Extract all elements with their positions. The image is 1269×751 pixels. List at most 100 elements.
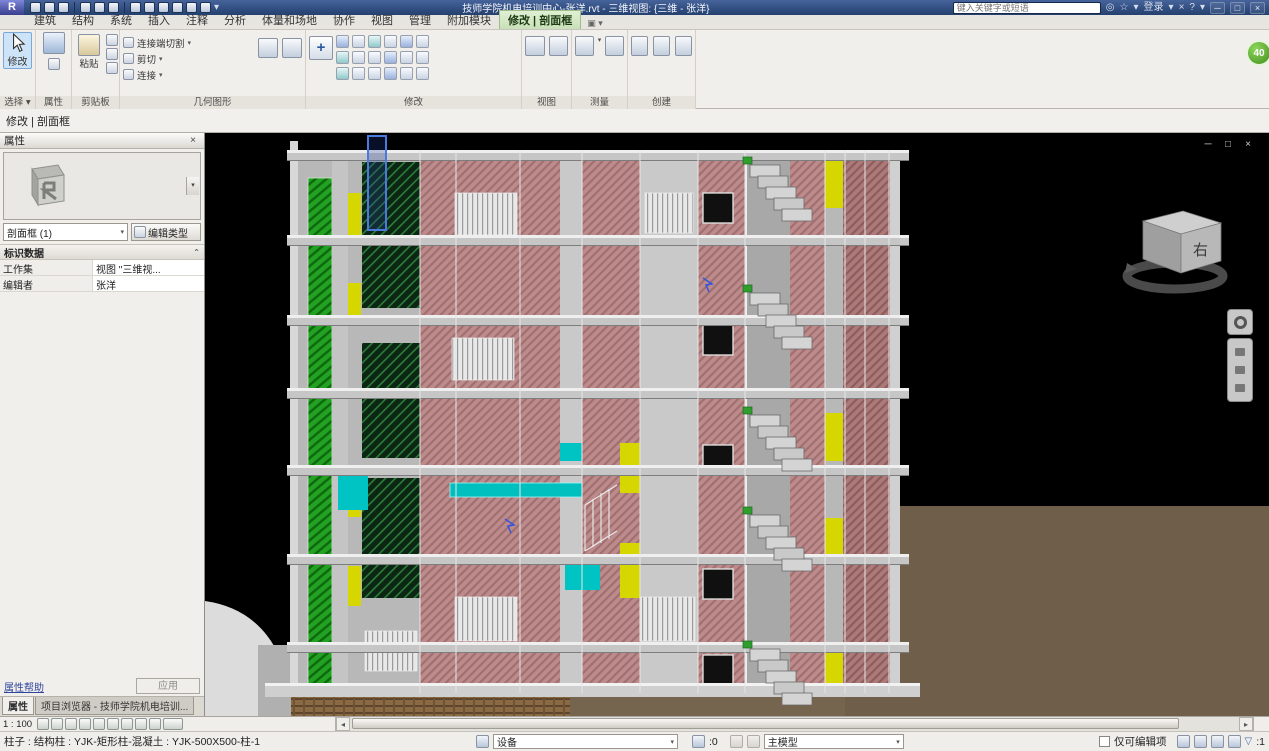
zoom-icon[interactable] — [1235, 348, 1245, 356]
scrollbar-track[interactable] — [350, 717, 1239, 731]
delete-tool-icon[interactable] — [352, 67, 365, 80]
array-tool-icon[interactable] — [384, 51, 397, 64]
zoom-tools[interactable] — [1227, 338, 1253, 402]
scrollbar-thumb[interactable] — [352, 718, 1179, 729]
modify-button[interactable]: 修改 — [3, 32, 32, 69]
worksets-icon[interactable] — [476, 735, 489, 748]
close-icon[interactable]: × — [186, 135, 200, 146]
press-drag-icon[interactable] — [1194, 735, 1207, 748]
cut-button[interactable]: 剪切 ▾ — [123, 51, 191, 66]
orbit-icon[interactable] — [1235, 384, 1245, 392]
3d-view-canvas[interactable]: 右 — [205, 133, 1269, 716]
family-types-icon[interactable] — [48, 58, 60, 70]
search-input[interactable] — [953, 2, 1101, 14]
building-model[interactable] — [265, 136, 920, 705]
unpin-tool-icon[interactable] — [416, 51, 429, 64]
search-icon[interactable]: ◎ — [1106, 2, 1115, 14]
filter-icon[interactable]: ▽ — [1245, 736, 1253, 747]
sign-in-label[interactable]: 登录 — [1144, 2, 1164, 14]
property-value[interactable]: 张洋 — [93, 276, 204, 291]
dimension-icon[interactable] — [605, 36, 624, 56]
type-selector-dropdown-icon[interactable]: ▾ — [186, 177, 199, 195]
tab-massing-site[interactable]: 体量和场地 — [254, 11, 325, 29]
tab-project-browser[interactable]: 项目浏览器 - 技师学院机电培训... — [35, 697, 194, 715]
shadows-icon[interactable] — [79, 718, 91, 730]
properties-help-link[interactable]: 属性帮助 — [4, 679, 44, 694]
match-type-icon[interactable] — [106, 62, 118, 74]
edit-type-button[interactable]: 编辑类型 — [131, 223, 201, 241]
scale-control[interactable]: 1 : 100 — [3, 719, 32, 730]
identity-data-group[interactable]: 标识数据 ⌃ — [0, 244, 204, 260]
show-crop-icon[interactable] — [121, 718, 133, 730]
tab-modify-section-box[interactable]: 修改 | 剖面框 — [499, 10, 581, 29]
editable-only-checkbox[interactable] — [1099, 736, 1110, 747]
create-group-icon[interactable] — [631, 36, 648, 56]
move-tool-icon[interactable]: + — [309, 36, 333, 60]
mirror-pick-tool-icon[interactable] — [384, 35, 397, 48]
exchange-icon[interactable]: × — [1179, 2, 1185, 14]
active-workset-select[interactable]: 设备 ▾ — [493, 734, 678, 749]
tab-systems[interactable]: 系统 — [102, 11, 140, 29]
design-option-select[interactable]: 主模型 ▾ — [764, 734, 904, 749]
tab-annotate[interactable]: 注释 — [178, 11, 216, 29]
panel-label-view[interactable]: 视图 — [522, 96, 571, 109]
join-button[interactable]: 连接 ▾ — [123, 67, 191, 82]
panel-label-properties[interactable]: 属性 — [36, 96, 71, 109]
chevron-down-icon[interactable]: ▾ — [1169, 2, 1174, 14]
chevron-down-icon[interactable]: ▾ — [1200, 2, 1205, 14]
steering-wheel-icon[interactable] — [1227, 309, 1253, 335]
temporary-hide-icon[interactable] — [135, 718, 147, 730]
paint-tool-icon[interactable] — [416, 67, 429, 80]
copy-to-clipboard-icon[interactable] — [106, 48, 118, 60]
tab-structure[interactable]: 结构 — [64, 11, 102, 29]
join-end-cut-button[interactable]: 连接端切割 ▾ — [123, 35, 191, 50]
reveal-hidden-icon[interactable] — [149, 718, 161, 730]
panel-label-geometry[interactable]: 几何图形 — [120, 96, 305, 109]
ribbon-state-toggle-icon[interactable]: ▣ ▾ — [587, 18, 603, 29]
paste-button[interactable]: 粘贴 — [75, 32, 103, 72]
panel-label-select[interactable]: 选择 ▾ — [0, 96, 35, 109]
tab-view[interactable]: 视图 — [363, 11, 401, 29]
visual-style-icon[interactable] — [51, 718, 63, 730]
editing-requests-icon[interactable] — [692, 735, 705, 748]
create-assembly-icon[interactable] — [675, 36, 692, 56]
measure-between-icon[interactable] — [575, 36, 594, 56]
favorites-star-icon[interactable]: ☆ — [1120, 2, 1129, 14]
scale-tool-icon[interactable] — [400, 51, 413, 64]
panel-label-measure[interactable]: 测量 — [572, 96, 627, 109]
notification-badge[interactable]: 40 — [1246, 40, 1269, 66]
beam-join-tool-icon[interactable] — [400, 67, 413, 80]
drawing-area[interactable]: 右 ─ □ × — [205, 133, 1269, 716]
design-options-icon[interactable] — [730, 735, 743, 748]
wall-join-tool-icon[interactable] — [384, 67, 397, 80]
tab-manage[interactable]: 管理 — [401, 11, 439, 29]
crop-view-icon[interactable] — [107, 718, 119, 730]
help-icon[interactable]: ? — [1189, 2, 1195, 14]
demolish-icon[interactable] — [282, 38, 302, 58]
cope-tool-icon[interactable] — [368, 67, 381, 80]
hide-elements-icon[interactable] — [549, 36, 569, 56]
trim-corner-tool-icon[interactable] — [336, 51, 349, 64]
trim-extend-tool-icon[interactable] — [336, 67, 349, 80]
pan-icon[interactable] — [1235, 366, 1245, 374]
copy-tool-icon[interactable] — [400, 35, 413, 48]
horizontal-scrollbar[interactable]: ◂ ▸ — [336, 717, 1253, 731]
close-icon[interactable]: × — [1250, 2, 1265, 14]
panel-label-clipboard[interactable]: 剪贴板 — [72, 96, 119, 109]
pin-tool-icon[interactable] — [368, 51, 381, 64]
detail-level-icon[interactable] — [37, 718, 49, 730]
wall-joins-icon[interactable] — [258, 38, 278, 58]
tab-analyze[interactable]: 分析 — [216, 11, 254, 29]
view-restore-icon[interactable]: □ — [1221, 139, 1235, 150]
highlighted-beam[interactable] — [450, 483, 582, 497]
tab-architecture[interactable]: 建筑 — [26, 11, 64, 29]
properties-palette-icon[interactable] — [43, 32, 65, 54]
exclude-options-icon[interactable] — [1177, 735, 1190, 748]
viewcube-face-label[interactable]: 右 — [1193, 242, 1208, 259]
worksharing-display-icon[interactable] — [163, 718, 183, 730]
rotate-tool-icon[interactable] — [416, 35, 429, 48]
panel-label-create[interactable]: 创建 — [628, 96, 695, 109]
element-type-select[interactable]: 剖面框 (1) ▾ — [3, 223, 128, 241]
align-tool-icon[interactable] — [336, 35, 349, 48]
application-menu-button[interactable]: R — [0, 0, 24, 15]
